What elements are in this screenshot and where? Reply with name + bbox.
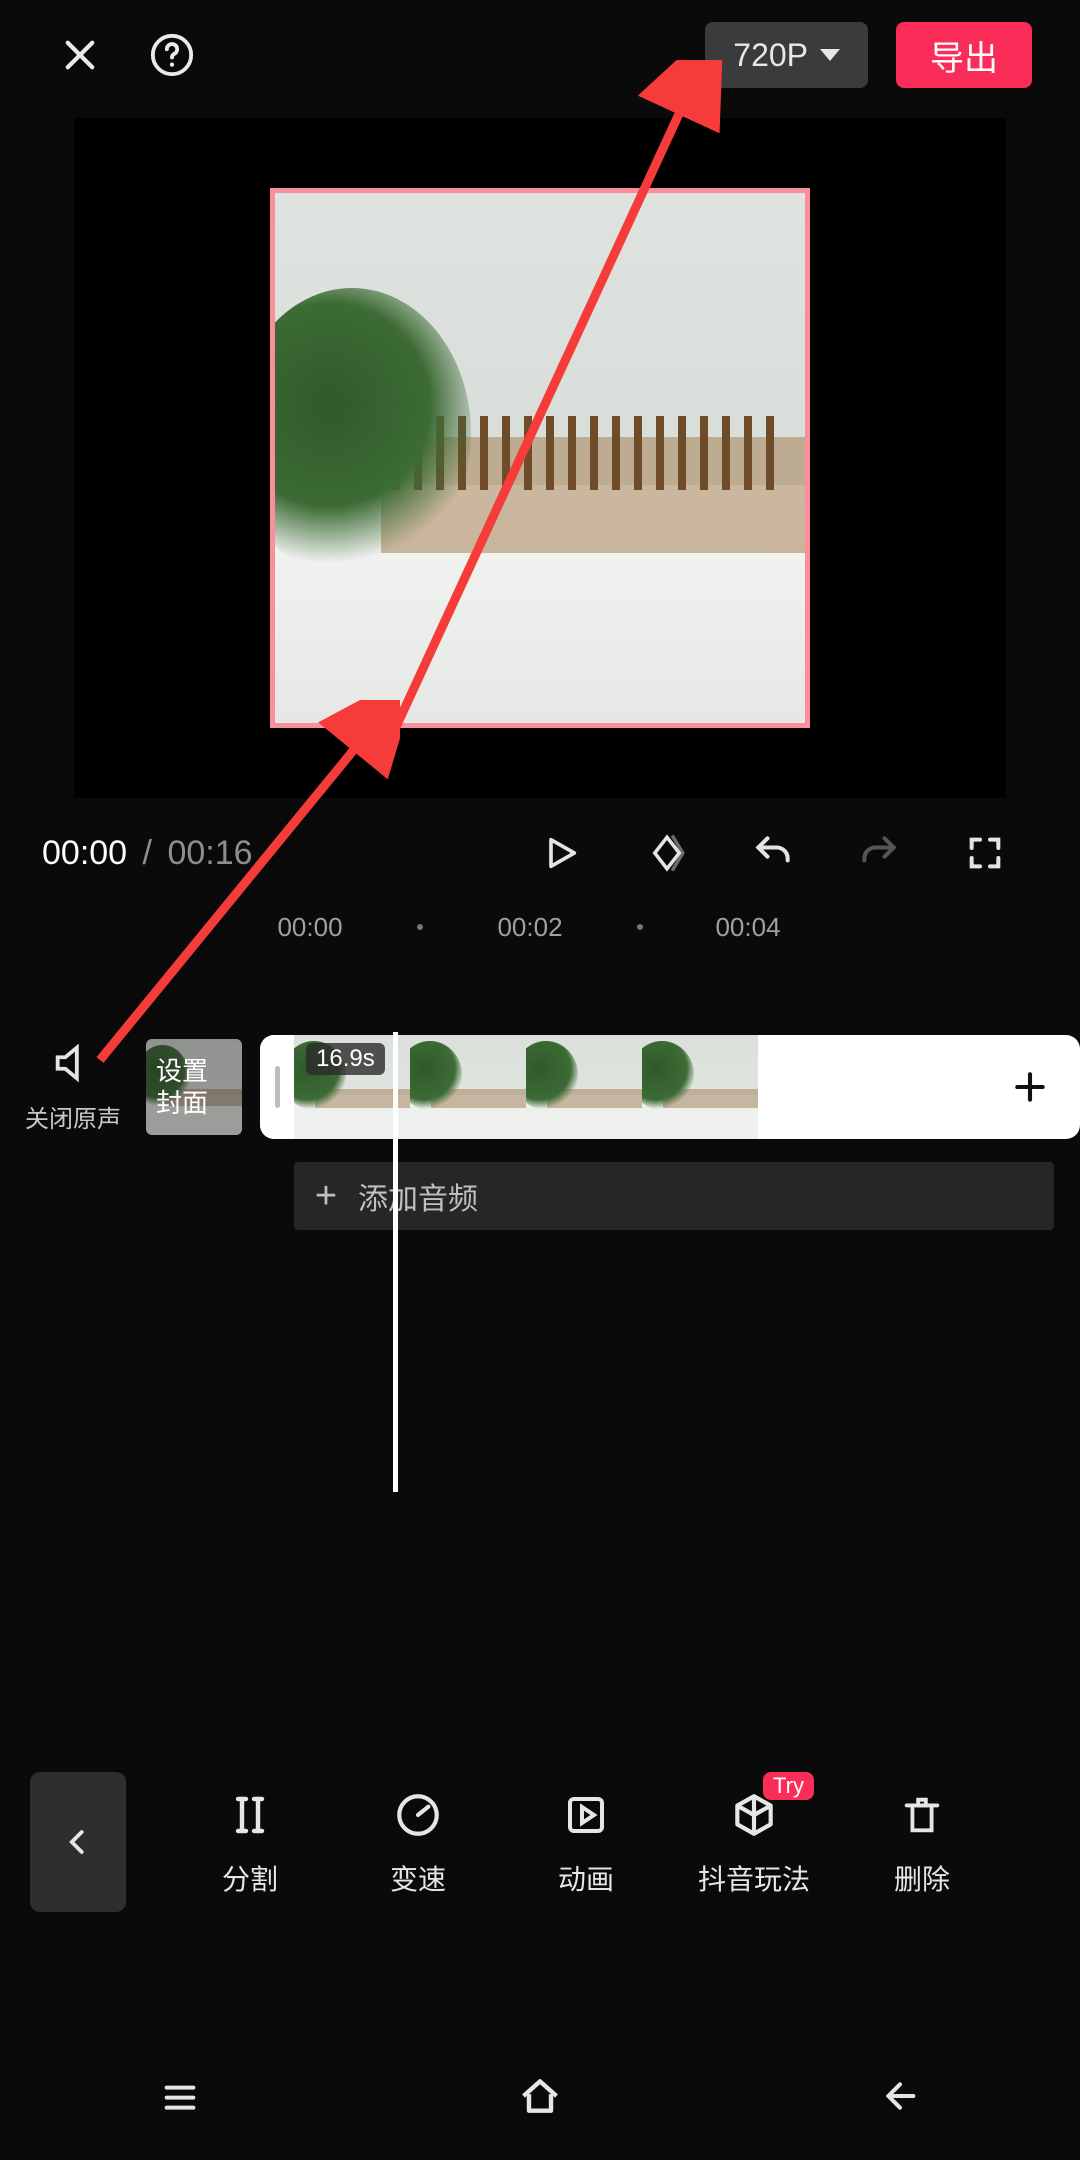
ruler-mark: 00:02 xyxy=(497,912,562,943)
tool-speed[interactable]: 变速 xyxy=(334,1786,502,1898)
fullscreen-button[interactable] xyxy=(946,814,1024,892)
try-badge: Try xyxy=(763,1772,814,1800)
cover-label: 封面 xyxy=(156,1087,242,1119)
tool-label: 动画 xyxy=(502,1858,670,1898)
add-audio-button[interactable]: + 添加音频 xyxy=(294,1162,1054,1230)
help-button[interactable] xyxy=(140,23,204,87)
ruler-mark: 00:04 xyxy=(715,912,780,943)
tool-label: 删除 xyxy=(838,1858,1006,1898)
ruler-dot xyxy=(637,924,643,930)
export-label: 导出 xyxy=(930,31,998,80)
tool-delete[interactable]: 删除 xyxy=(838,1786,1006,1898)
edit-toolbar: 分割 变速 动画 Try 抖音玩法 删除 xyxy=(0,1752,1080,1932)
plus-icon: + xyxy=(294,1175,358,1218)
tool-douyin-effects[interactable]: Try 抖音玩法 xyxy=(670,1786,838,1898)
nav-back-button[interactable] xyxy=(840,2076,960,2116)
speed-icon xyxy=(334,1786,502,1844)
trash-icon xyxy=(838,1786,1006,1844)
playhead[interactable] xyxy=(393,1032,398,1492)
tool-label: 抖音玩法 xyxy=(670,1858,838,1898)
tool-label: 变速 xyxy=(334,1858,502,1898)
system-navigation-bar xyxy=(0,2032,1080,2160)
annotation-arrow xyxy=(80,700,400,1080)
keyframe-button[interactable] xyxy=(628,814,706,892)
toolbar-back-button[interactable] xyxy=(30,1772,126,1912)
play-button[interactable] xyxy=(522,814,600,892)
ruler-dot xyxy=(417,924,423,930)
chevron-down-icon xyxy=(820,49,840,61)
timeline[interactable]: 关闭原声 设置 封面 16.9s + 添加音频 xyxy=(0,1032,1080,1492)
tool-animation[interactable]: 动画 xyxy=(502,1786,670,1898)
annotation-arrow xyxy=(330,60,730,760)
animation-icon xyxy=(502,1786,670,1844)
split-icon xyxy=(166,1786,334,1844)
mute-label: 关闭原声 xyxy=(0,1099,146,1134)
redo-button[interactable] xyxy=(840,814,918,892)
nav-recents-button[interactable] xyxy=(120,2076,240,2116)
nav-home-button[interactable] xyxy=(480,2074,600,2118)
tool-label: 分割 xyxy=(166,1858,334,1898)
close-button[interactable] xyxy=(48,23,112,87)
undo-button[interactable] xyxy=(734,814,812,892)
export-button[interactable]: 导出 xyxy=(896,22,1032,88)
resolution-label: 720P xyxy=(733,37,808,74)
add-audio-label: 添加音频 xyxy=(358,1174,478,1218)
tool-split[interactable]: 分割 xyxy=(166,1786,334,1898)
add-clip-button[interactable] xyxy=(994,1051,1066,1123)
